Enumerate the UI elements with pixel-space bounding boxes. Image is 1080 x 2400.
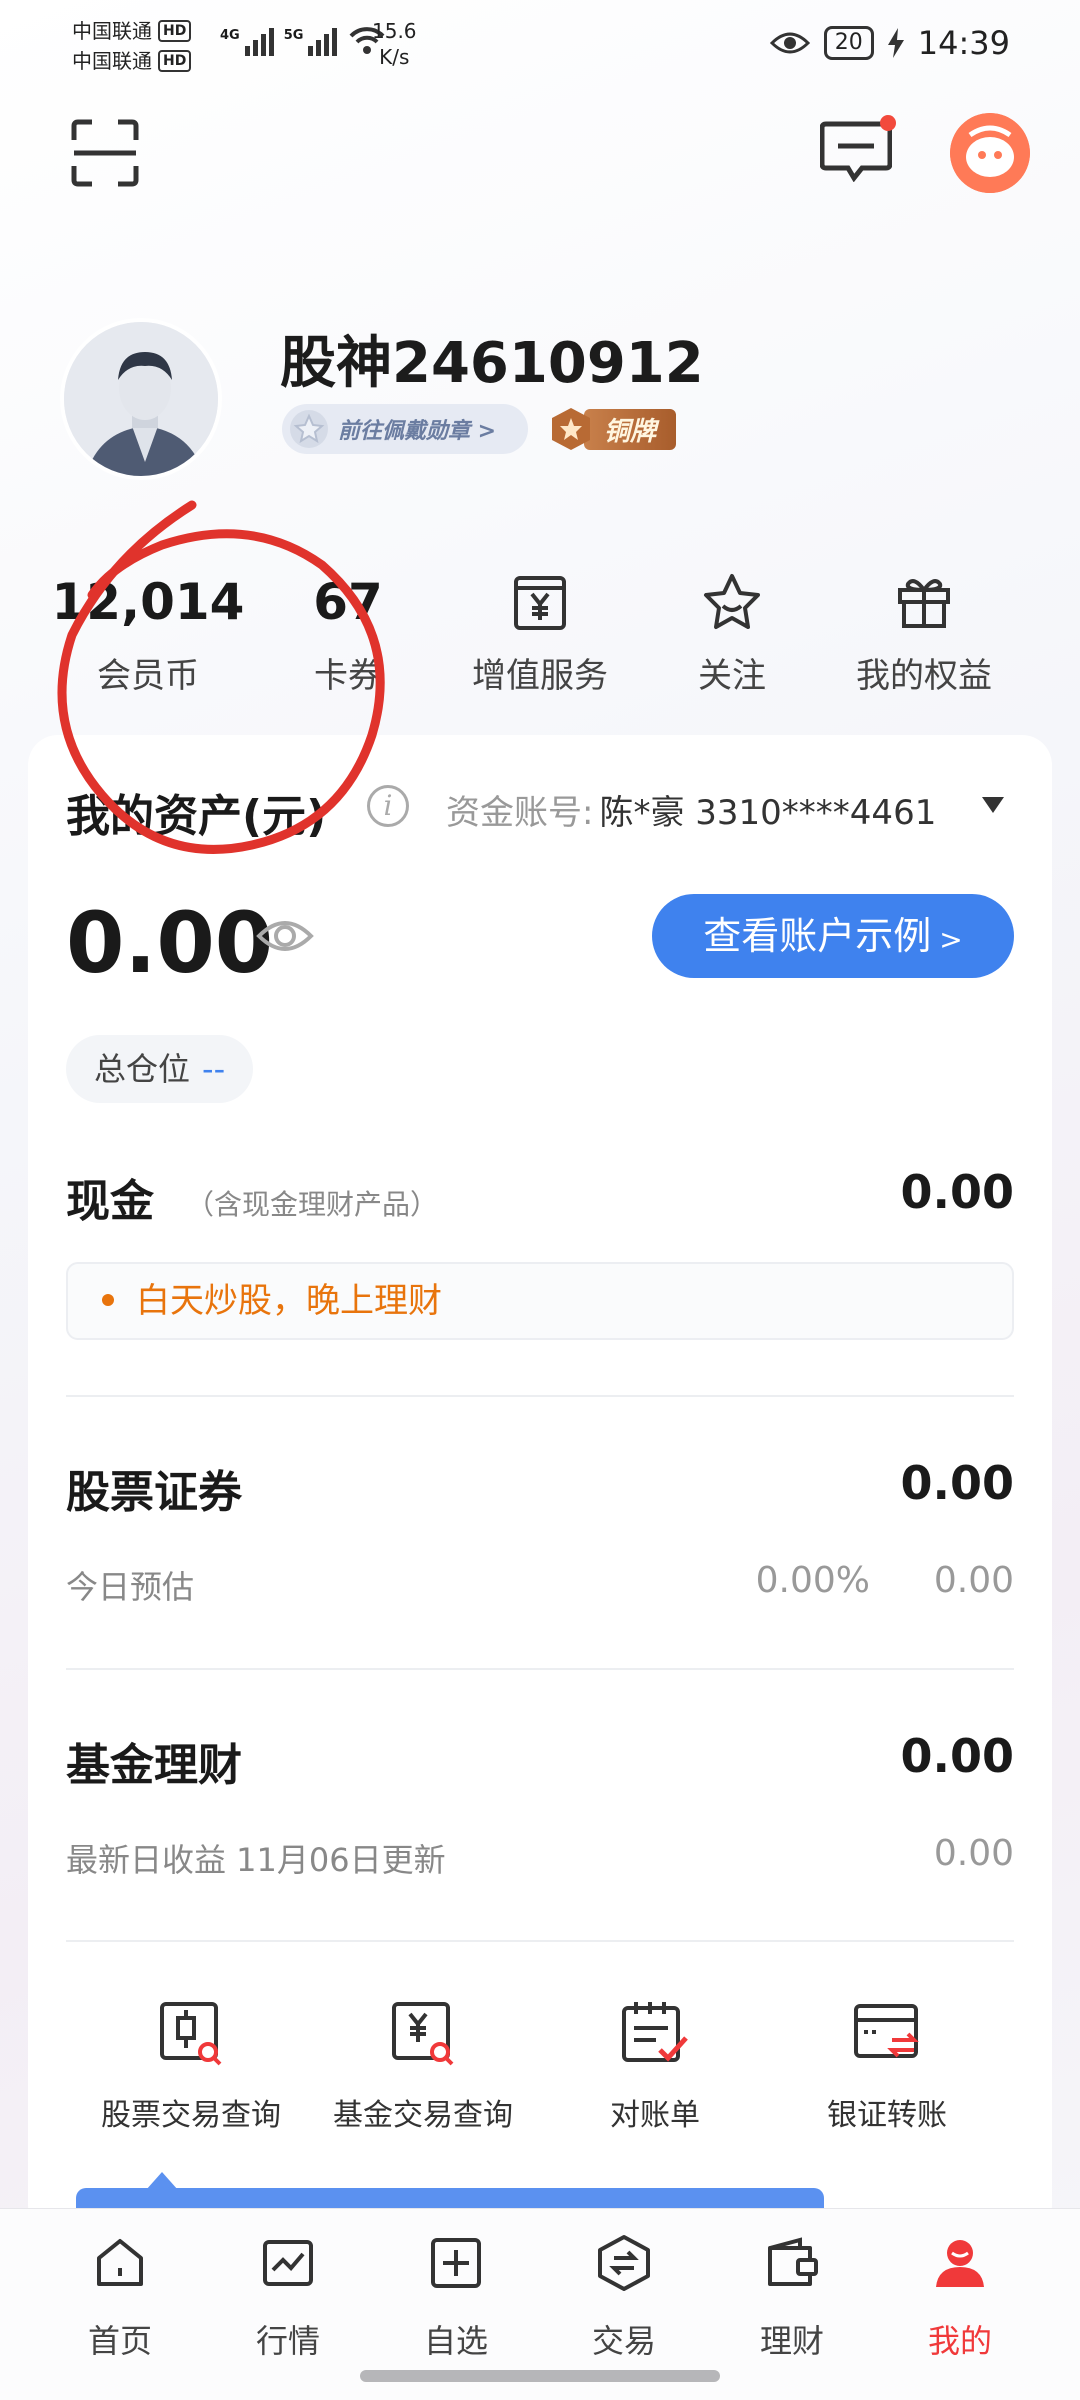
stock-query-label: 股票交易查询 (101, 2098, 281, 2133)
stocks-title: 股票证券 (66, 1467, 242, 1518)
signal-indicators: 4G 5G (220, 24, 387, 56)
wear-medal-button[interactable]: 前往佩戴勋章 > (282, 404, 528, 454)
account-value: 陈*豪 3310****4461 (599, 793, 937, 833)
trade-exchange-icon (598, 2235, 650, 2291)
stat-follow[interactable]: 关注 (632, 570, 832, 697)
unread-dot (880, 115, 896, 131)
stocks-today-label: 今日预估 (66, 1568, 195, 1606)
position-label: 总仓位 (94, 1050, 191, 1088)
divider (66, 1668, 1014, 1670)
bronze-medal-icon (552, 408, 590, 450)
speed-unit: K/s (379, 45, 410, 69)
nav-watchlist-label: 自选 (423, 2322, 488, 2360)
cash-value: 0.00 (900, 1165, 1015, 1219)
tool-bank-transfer[interactable]: 银证转账 (772, 1998, 1002, 2134)
view-example-label: 查看账户示例 (703, 914, 932, 958)
eye-comfort-icon (769, 32, 810, 54)
stock-query-icon (160, 2002, 222, 2066)
charging-icon (887, 28, 904, 58)
wallet-icon (768, 2237, 818, 2286)
default-avatar-icon (64, 322, 218, 476)
home-indicator[interactable] (360, 2370, 720, 2382)
view-account-example-button[interactable]: 查看账户示例 > (652, 894, 1014, 978)
tool-statement[interactable]: 对账单 (540, 1998, 770, 2134)
stat-value-added[interactable]: 增值服务 (440, 570, 640, 697)
view-example-arrow: > (939, 923, 963, 956)
position-value: -- (202, 1050, 226, 1088)
cash-title: 现金 (66, 1176, 154, 1227)
statement-label: 对账单 (610, 2098, 700, 2133)
carrier-name-2: 中国联通 (72, 49, 152, 73)
home-icon (97, 2239, 143, 2286)
bank-transfer-label: 银证转账 (827, 2098, 947, 2133)
total-position-pill: 总仓位 -- (66, 1035, 254, 1103)
carrier-name-1: 中国联通 (72, 19, 152, 43)
nav-market[interactable]: 行情 (204, 2228, 372, 2362)
cash-tip-banner[interactable]: 白天炒股，晚上理财 (66, 1262, 1014, 1340)
visibility-eye-icon[interactable] (256, 916, 314, 956)
account-selector[interactable]: 资金账号: 陈*豪 3310****4461 (446, 785, 936, 834)
nav-mine-label: 我的 (927, 2322, 992, 2360)
tool-fund-query[interactable]: 基金交易查询 (308, 1998, 538, 2134)
divider (66, 1940, 1014, 1942)
clock: 14:39 (917, 24, 1010, 62)
funds-title: 基金理财 (66, 1740, 242, 1791)
hd-badge-2: HD (158, 50, 192, 72)
level-badge[interactable]: 铜牌 (548, 408, 688, 450)
wear-medal-label: 前往佩戴勋章 > (338, 419, 497, 444)
benefits-label: 我的权益 (856, 656, 992, 696)
stocks-value: 0.00 (900, 1456, 1015, 1510)
avatar[interactable] (60, 318, 222, 480)
gift-icon (898, 579, 950, 628)
star-icon (704, 574, 760, 629)
fund-query-icon (392, 2002, 454, 2066)
tip-bullet (102, 1294, 114, 1306)
username: 股神24610912 (280, 331, 704, 396)
level-label: 铜牌 (584, 408, 677, 450)
bank-transfer-icon (854, 2004, 919, 2058)
funds-value: 0.00 (900, 1729, 1015, 1783)
battery-level: 20 (823, 26, 874, 60)
account-dropdown-icon[interactable] (982, 797, 1004, 813)
nav-watchlist[interactable]: 自选 (372, 2228, 540, 2362)
assistant-mascot-icon[interactable] (950, 113, 1030, 193)
market-chart-icon (263, 2240, 313, 2286)
nav-finance-label: 理财 (759, 2322, 824, 2360)
total-assets-value: 0.00 (66, 894, 274, 992)
yen-bill-icon (514, 576, 566, 630)
nav-finance[interactable]: 理财 (708, 2228, 876, 2362)
medal-star-icon (290, 410, 328, 448)
nav-mine[interactable]: 我的 (876, 2228, 1044, 2362)
nav-trade[interactable]: 交易 (540, 2228, 708, 2362)
profile-icon (936, 2240, 984, 2287)
funds-sub-label: 最新日收益 11月06日更新 (66, 1841, 446, 1879)
carrier-info: 中国联通 HD 中国联通 HD (72, 16, 192, 76)
fund-query-label: 基金交易查询 (333, 2098, 513, 2133)
nav-trade-label: 交易 (591, 2322, 656, 2360)
speed-value: 15.6 (372, 19, 417, 43)
account-label: 资金账号: (446, 793, 594, 833)
statement-icon (622, 2002, 688, 2062)
funds-sub-value: 0.00 (933, 1833, 1014, 1874)
stocks-today-value: 0.00 (933, 1560, 1014, 1601)
nav-home-label: 首页 (87, 2322, 152, 2360)
signal-4g-icon: 4G (220, 28, 274, 56)
divider (66, 1395, 1014, 1397)
tool-stock-query[interactable]: 股票交易查询 (76, 1998, 306, 2134)
scan-icon[interactable] (70, 118, 140, 188)
network-speed: 15.6 K/s (372, 18, 417, 70)
status-right: 20 14:39 (769, 24, 1010, 62)
annotation-circle (57, 500, 385, 854)
cash-note: （含现金理财产品） (186, 1188, 439, 1221)
add-watchlist-icon (431, 2238, 481, 2288)
stat-benefits[interactable]: 我的权益 (824, 570, 1024, 697)
nav-market-label: 行情 (255, 2322, 320, 2360)
follow-label: 关注 (698, 656, 766, 696)
message-icon[interactable] (820, 120, 892, 182)
stocks-today-pct: 0.00% (755, 1560, 870, 1601)
value-added-label: 增值服务 (472, 656, 608, 696)
signal-5g-icon: 5G (284, 28, 338, 56)
hd-badge-1: HD (158, 20, 192, 42)
nav-home[interactable]: 首页 (36, 2228, 204, 2362)
